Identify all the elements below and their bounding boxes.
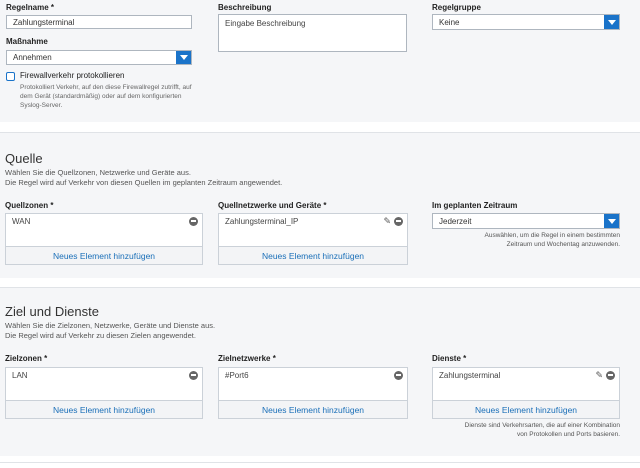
remove-icon[interactable]	[189, 370, 198, 380]
services-note: Dienste sind Verkehrsarten, die auf eine…	[432, 421, 620, 439]
schedule-value: Jederzeit	[439, 216, 472, 226]
log-desc-line: Syslog-Server.	[20, 102, 63, 109]
remove-icon[interactable]	[394, 216, 403, 226]
services-label: Dienste *	[432, 354, 467, 363]
list-item-label: Zahlungsterminal	[439, 370, 501, 380]
services-box: Zahlungsterminal ✎ Neues Element hinzufü…	[432, 367, 620, 419]
schedule-note: Auswählen, um die Regel in einem bestimm…	[432, 231, 620, 249]
add-dest-network-button[interactable]: Neues Element hinzufügen	[219, 400, 407, 418]
source-networks-label: Quellnetzwerke und Geräte *	[218, 201, 327, 210]
list-item-label: Zahlungsterminal_IP	[225, 216, 299, 226]
chevron-down-icon[interactable]	[604, 214, 619, 228]
remove-icon[interactable]	[606, 370, 615, 380]
list-item: WAN	[6, 214, 202, 228]
source-networks-box: Zahlungsterminal_IP ✎ Neues Element hinz…	[218, 213, 408, 265]
schedule-select[interactable]: Jederzeit	[432, 213, 620, 229]
add-service-button[interactable]: Neues Element hinzufügen	[433, 400, 619, 418]
log-checkbox[interactable]	[6, 72, 15, 81]
source-zones-label: Quellzonen *	[5, 201, 54, 210]
dest-desc-line: Wählen Sie die Zielzonen, Netzwerke, Ger…	[5, 321, 216, 330]
chevron-down-icon[interactable]	[176, 51, 191, 64]
list-item: Zahlungsterminal_IP ✎	[219, 214, 407, 228]
add-dest-zone-button[interactable]: Neues Element hinzufügen	[6, 400, 202, 418]
source-zones-box: WAN Neues Element hinzufügen	[5, 213, 203, 265]
dest-networks-box: #Port6 Neues Element hinzufügen	[218, 367, 408, 419]
remove-icon[interactable]	[394, 370, 403, 380]
add-source-network-button[interactable]: Neues Element hinzufügen	[219, 246, 407, 264]
list-item: Zahlungsterminal ✎	[433, 368, 619, 382]
remove-icon[interactable]	[189, 216, 198, 226]
list-item-label: #Port6	[225, 370, 249, 380]
log-desc-line: Protokolliert Verkehr, auf den diese Fir…	[20, 84, 192, 91]
log-description: Protokolliert Verkehr, auf den diese Fir…	[20, 83, 192, 110]
rule-name-label: Regelname *	[6, 3, 55, 12]
pencil-icon[interactable]: ✎	[383, 216, 391, 226]
services-note-line: von Protokollen und Ports basieren.	[517, 431, 620, 438]
source-desc-line: Wählen Sie die Quellzonen, Netzwerke und…	[5, 168, 191, 177]
schedule-note-line: Auswählen, um die Regel in einem bestimm…	[484, 232, 620, 239]
action-label: Maßnahme	[6, 37, 48, 46]
list-item: LAN	[6, 368, 202, 382]
list-item: #Port6	[219, 368, 407, 382]
source-description: Wählen Sie die Quellzonen, Netzwerke und…	[5, 168, 282, 188]
destination-title: Ziel und Dienste	[5, 304, 99, 319]
list-item-label: WAN	[12, 216, 31, 226]
rule-group-value: Keine	[439, 17, 460, 27]
action-select[interactable]: Annehmen	[6, 50, 192, 65]
description-label: Beschreibung	[218, 3, 272, 12]
rule-name-input[interactable]: Zahlungsterminal	[6, 15, 192, 29]
description-input[interactable]: Eingabe Beschreibung	[218, 14, 407, 52]
schedule-label: Im geplanten Zeitraum	[432, 201, 518, 210]
add-source-zone-button[interactable]: Neues Element hinzufügen	[6, 246, 202, 264]
dest-zones-box: LAN Neues Element hinzufügen	[5, 367, 203, 419]
divider	[0, 462, 640, 463]
log-label: Firewallverkehr protokollieren	[20, 71, 125, 80]
list-item-label: LAN	[12, 370, 28, 380]
dest-zones-label: Zielzonen *	[5, 354, 48, 363]
action-value: Annehmen	[13, 53, 52, 62]
dest-networks-label: Zielnetzwerke *	[218, 354, 276, 363]
source-desc-line: Die Regel wird auf Verkehr von diesen Qu…	[5, 178, 283, 187]
destination-description: Wählen Sie die Zielzonen, Netzwerke, Ger…	[5, 321, 215, 341]
log-desc-line: dem Gerät (standardmäßig) oder auf dem k…	[20, 93, 182, 100]
dest-desc-line: Die Regel wird auf Verkehr zu diesen Zie…	[5, 331, 196, 340]
chevron-down-icon[interactable]	[604, 15, 619, 29]
pencil-icon[interactable]: ✎	[595, 370, 603, 380]
services-note-line: Dienste sind Verkehrsarten, die auf eine…	[464, 422, 620, 429]
rule-group-label: Regelgruppe	[432, 3, 481, 12]
rule-group-select[interactable]: Keine	[432, 14, 620, 30]
schedule-note-line: Zeitraum und Wochentag anzuwenden.	[506, 241, 620, 248]
source-title: Quelle	[5, 151, 43, 166]
